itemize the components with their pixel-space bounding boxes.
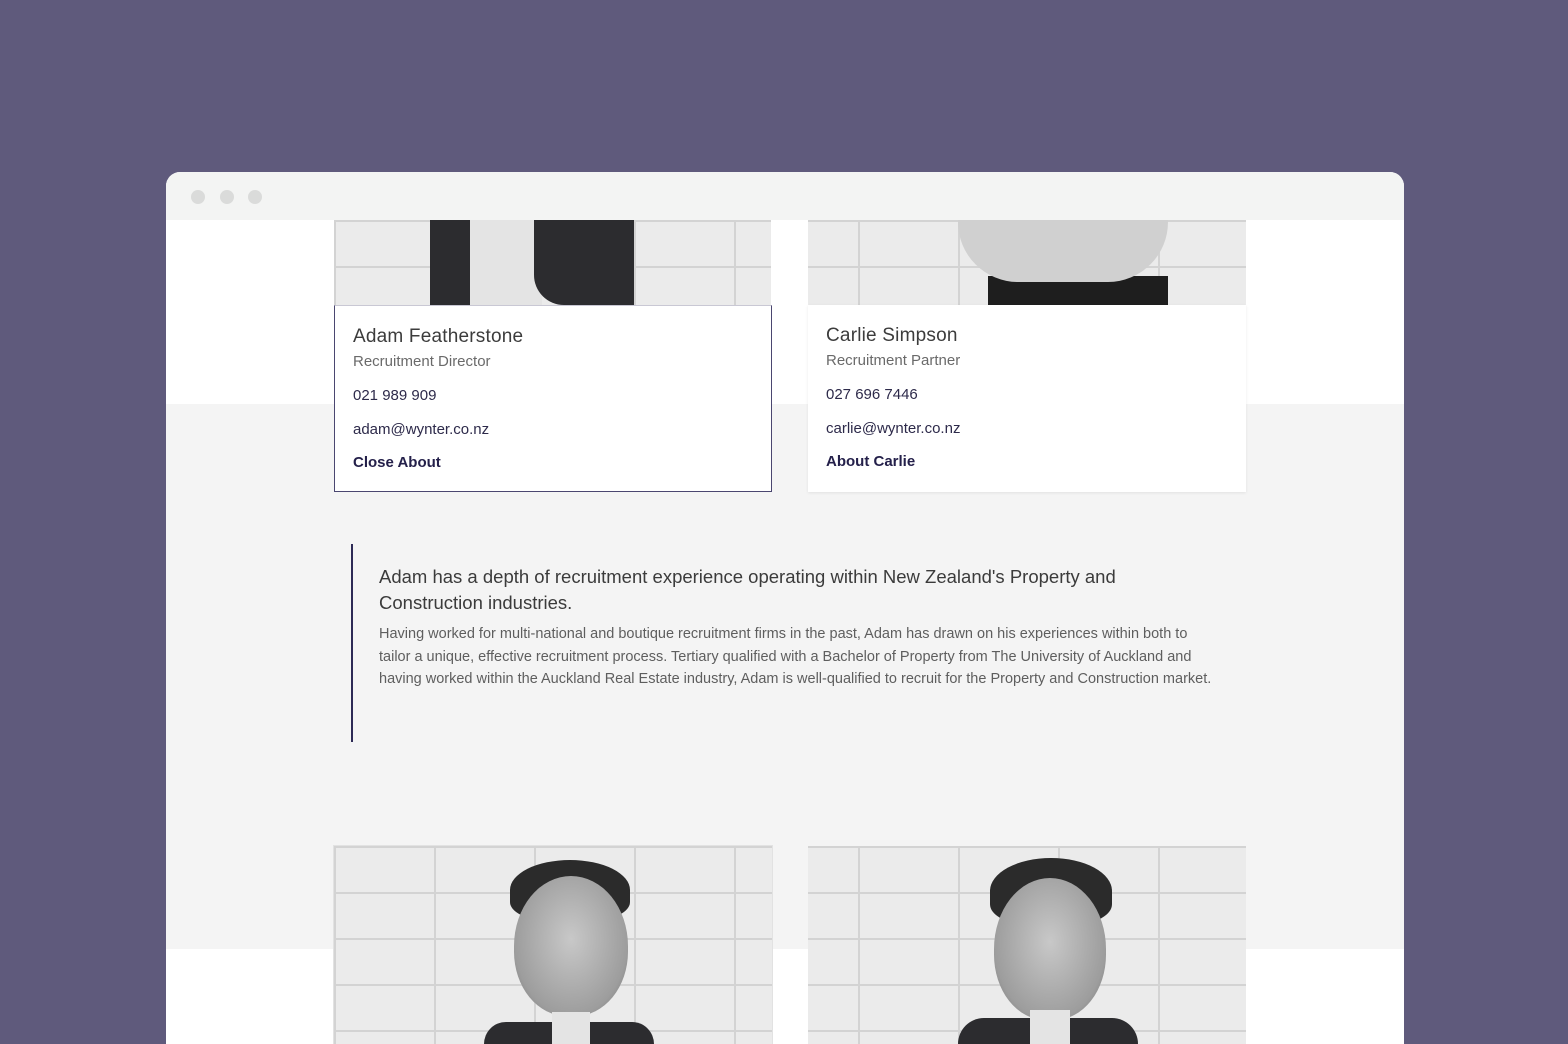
minimize-window-dot-icon[interactable] bbox=[220, 190, 234, 204]
about-carlie-button[interactable]: About Carlie bbox=[826, 453, 915, 470]
team-photo-member-4 bbox=[808, 846, 1246, 1044]
member-bio-panel: Adam has a depth of recruitment experien… bbox=[351, 544, 1221, 742]
page-viewport[interactable]: Adam Featherstone Recruitment Director 0… bbox=[166, 220, 1404, 1044]
member-name: Carlie Simpson bbox=[826, 325, 958, 346]
portrait-face-image bbox=[994, 878, 1106, 1020]
team-photo-carlie bbox=[808, 220, 1246, 305]
member-email-link[interactable]: adam@wynter.co.nz bbox=[353, 421, 489, 438]
bio-body-text: Having worked for multi-national and bou… bbox=[379, 626, 1212, 687]
member-name: Adam Featherstone bbox=[353, 326, 524, 347]
arms-image bbox=[958, 220, 1168, 282]
bio-lead-text: Adam has a depth of recruitment experien… bbox=[379, 566, 1116, 613]
team-card-carlie: Carlie Simpson Recruitment Partner 027 6… bbox=[808, 305, 1246, 492]
portrait-face-image bbox=[514, 876, 628, 1016]
suit-image bbox=[430, 220, 470, 305]
close-window-dot-icon[interactable] bbox=[191, 190, 205, 204]
close-about-button[interactable]: Close About bbox=[353, 454, 441, 471]
member-role: Recruitment Director bbox=[353, 353, 491, 370]
member-role: Recruitment Partner bbox=[826, 352, 961, 369]
team-photo-member-3 bbox=[334, 846, 772, 1044]
member-email-link[interactable]: carlie@wynter.co.nz bbox=[826, 420, 960, 437]
member-phone-link[interactable]: 021 989 909 bbox=[353, 387, 436, 404]
shirt-image bbox=[552, 1012, 590, 1044]
team-photo-adam bbox=[334, 220, 771, 305]
shirt-image bbox=[1030, 1010, 1070, 1044]
browser-window: Adam Featherstone Recruitment Director 0… bbox=[166, 172, 1404, 1044]
member-phone-link[interactable]: 027 696 7446 bbox=[826, 386, 918, 403]
team-card-adam: Adam Featherstone Recruitment Director 0… bbox=[334, 305, 772, 492]
suit-image bbox=[534, 220, 634, 305]
shirt-image bbox=[462, 220, 542, 305]
window-titlebar bbox=[166, 172, 1404, 220]
maximize-window-dot-icon[interactable] bbox=[248, 190, 262, 204]
